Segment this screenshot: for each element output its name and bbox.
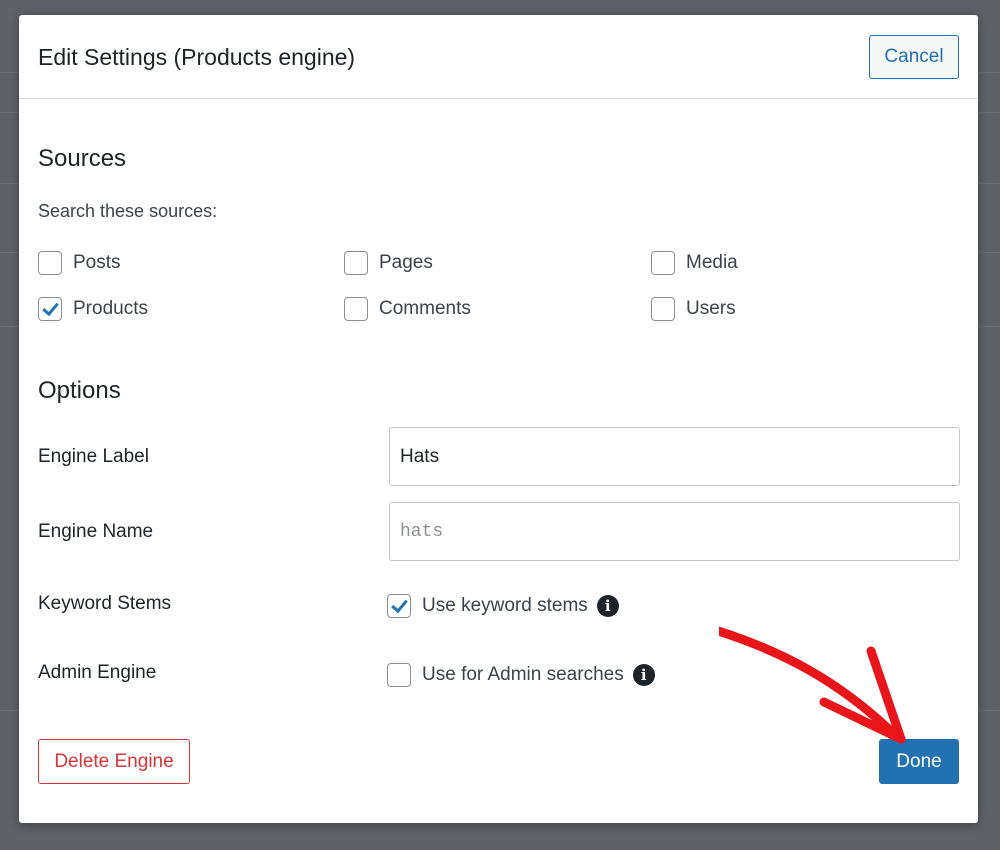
- red-arrow-annotation: [719, 626, 906, 744]
- source-posts-option[interactable]: Posts: [38, 251, 121, 275]
- source-media-option[interactable]: Media: [651, 251, 738, 275]
- source-pages-checkbox[interactable]: [344, 251, 368, 275]
- edit-settings-modal: Edit Settings (Products engine) Cancel S…: [19, 15, 978, 823]
- engine-name-label: Engine Name: [38, 521, 154, 542]
- keyword-stems-checkbox-label: Use keyword stems: [422, 595, 588, 616]
- keyword-stems-label: Keyword Stems: [38, 593, 172, 614]
- source-users-option[interactable]: Users: [651, 297, 736, 321]
- modal-header: Edit Settings (Products engine) Cancel: [19, 15, 978, 99]
- engine-name-input[interactable]: hats: [389, 502, 960, 561]
- cancel-button[interactable]: Cancel: [869, 35, 959, 79]
- admin-engine-label: Admin Engine: [38, 662, 157, 683]
- delete-engine-button[interactable]: Delete Engine: [38, 739, 190, 784]
- source-pages-option[interactable]: Pages: [344, 251, 433, 275]
- engine-label-input[interactable]: Hats: [389, 427, 960, 486]
- source-users-checkbox[interactable]: [651, 297, 675, 321]
- done-button[interactable]: Done: [879, 739, 959, 784]
- sources-heading: Sources: [38, 145, 127, 172]
- source-comments-option[interactable]: Comments: [344, 297, 471, 321]
- source-comments-checkbox[interactable]: [344, 297, 368, 321]
- source-products-option[interactable]: Products: [38, 297, 148, 321]
- options-heading: Options: [38, 377, 121, 404]
- source-pages-label: Pages: [379, 252, 433, 273]
- source-users-label: Users: [686, 298, 736, 319]
- source-comments-label: Comments: [379, 298, 471, 319]
- admin-engine-checkbox-label: Use for Admin searches: [422, 664, 624, 685]
- source-products-checkbox[interactable]: [38, 297, 62, 321]
- source-media-label: Media: [686, 252, 738, 273]
- modal-title: Edit Settings (Products engine): [38, 44, 356, 70]
- info-icon[interactable]: i: [632, 664, 655, 686]
- info-icon[interactable]: i: [596, 595, 619, 617]
- source-products-label: Products: [73, 298, 148, 319]
- source-posts-checkbox[interactable]: [38, 251, 62, 275]
- engine-label-label: Engine Label: [38, 446, 149, 467]
- admin-engine-checkbox[interactable]: [387, 663, 411, 687]
- keyword-stems-checkbox[interactable]: [387, 594, 411, 618]
- admin-engine-option[interactable]: Use for Admin searches i: [387, 663, 655, 687]
- source-media-checkbox[interactable]: [651, 251, 675, 275]
- source-posts-label: Posts: [73, 252, 121, 273]
- keyword-stems-option[interactable]: Use keyword stems i: [387, 594, 619, 618]
- sources-subheading: Search these sources:: [38, 201, 218, 221]
